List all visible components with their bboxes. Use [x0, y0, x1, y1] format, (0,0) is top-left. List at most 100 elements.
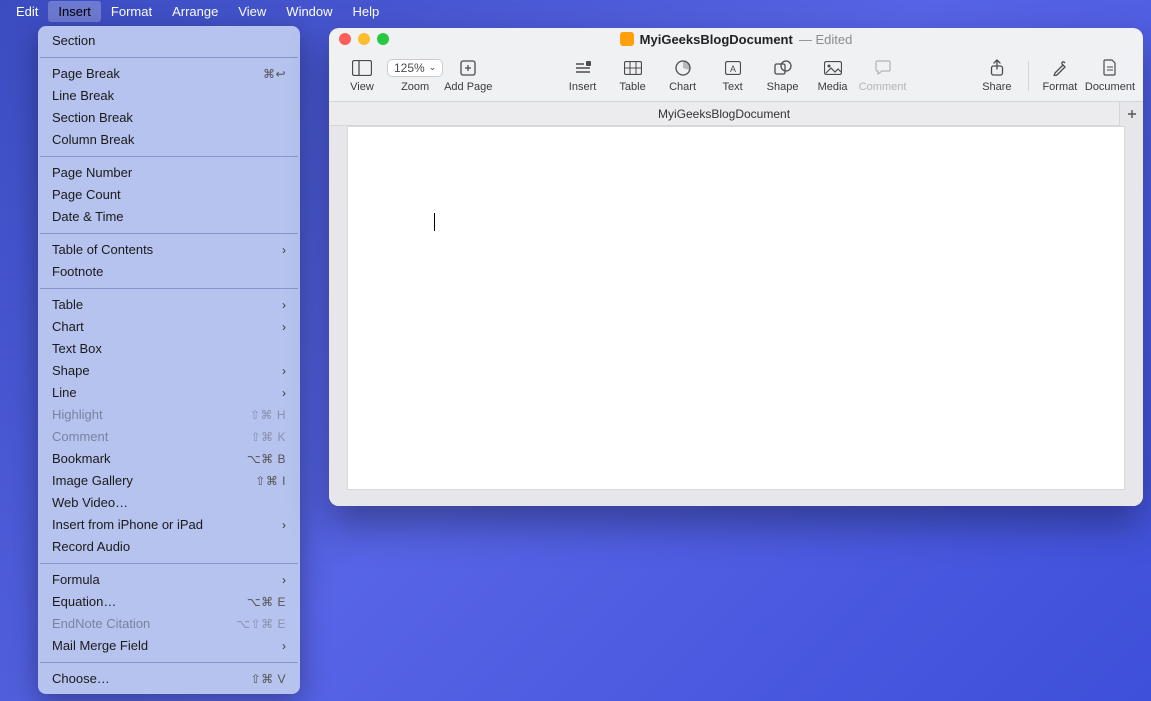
fullscreen-button[interactable] — [377, 33, 389, 45]
menu-item-footnote[interactable]: Footnote — [38, 261, 300, 283]
menu-item-mail-merge-field[interactable]: Mail Merge Field› — [38, 635, 300, 657]
menu-item-section[interactable]: Section — [38, 30, 300, 52]
menu-item-endnote-citation: EndNote Citation⌥⇧⌘ E — [38, 613, 300, 635]
menu-item-label: Equation… — [52, 594, 116, 610]
text-icon: A — [725, 59, 741, 77]
titlebar: MyiGeeksBlogDocument — Edited — [329, 28, 1143, 50]
menu-item-bookmark[interactable]: Bookmark⌥⌘ B — [38, 448, 300, 470]
chart-button[interactable]: Chart — [658, 59, 708, 93]
document-title: MyiGeeksBlogDocument — [640, 32, 793, 47]
share-label: Share — [982, 81, 1011, 93]
menu-item-section-break[interactable]: Section Break — [38, 107, 300, 129]
menu-edit[interactable]: Edit — [6, 1, 48, 22]
insert-label: Insert — [569, 81, 597, 93]
comment-button[interactable]: Comment — [858, 59, 908, 93]
document-button[interactable]: Document — [1085, 59, 1135, 93]
menu-item-label: Column Break — [52, 132, 134, 148]
window-controls — [339, 33, 389, 45]
text-cursor — [434, 213, 435, 231]
menu-item-table-of-contents[interactable]: Table of Contents› — [38, 239, 300, 261]
menu-separator — [40, 662, 298, 663]
menu-view[interactable]: View — [228, 1, 276, 22]
menu-item-shortcut: ⌥⇧⌘ E — [236, 616, 286, 632]
page[interactable] — [347, 126, 1125, 490]
chevron-right-icon: › — [282, 297, 286, 313]
text-button[interactable]: A Text — [708, 59, 758, 93]
toolbar-separator — [1028, 61, 1029, 91]
format-button[interactable]: Format — [1035, 59, 1085, 93]
zoom-button[interactable]: 125%⌄ Zoom — [387, 59, 443, 93]
document-label: Document — [1085, 81, 1135, 93]
menu-item-highlight: Highlight ⇧⌘ H — [38, 404, 300, 426]
view-label: View — [350, 81, 374, 93]
menu-item-label: Line — [52, 385, 77, 401]
menu-item-line[interactable]: Line› — [38, 382, 300, 404]
chart-label: Chart — [669, 81, 696, 93]
menu-item-shortcut: ⇧⌘ V — [251, 671, 286, 687]
menu-insert[interactable]: Insert — [48, 1, 101, 22]
menu-item-label: Text Box — [52, 341, 102, 357]
menu-item-table[interactable]: Table › — [38, 294, 300, 316]
insert-button[interactable]: Insert — [558, 59, 608, 93]
share-button[interactable]: Share — [972, 59, 1022, 93]
menu-item-equation[interactable]: Equation… ⌥⌘ E — [38, 591, 300, 613]
view-button[interactable]: View — [337, 59, 387, 93]
minimize-button[interactable] — [358, 33, 370, 45]
media-icon — [824, 59, 842, 77]
menu-item-shape[interactable]: Shape › — [38, 360, 300, 382]
document-page-icon — [1103, 59, 1117, 77]
share-icon — [990, 59, 1004, 77]
shape-label: Shape — [767, 81, 799, 93]
menu-window[interactable]: Window — [276, 1, 342, 22]
menu-item-label: Highlight — [52, 407, 103, 423]
menu-item-insert-from-iphone-or-ipad[interactable]: Insert from iPhone or iPad› — [38, 514, 300, 536]
menu-item-page-break[interactable]: Page Break⌘↩ — [38, 63, 300, 85]
add-tab-button[interactable] — [1119, 102, 1143, 126]
menu-item-formula[interactable]: Formula› — [38, 569, 300, 591]
menu-item-label: Comment — [52, 429, 108, 445]
menu-arrange[interactable]: Arrange — [162, 1, 228, 22]
menu-item-date-time[interactable]: Date & Time — [38, 206, 300, 228]
menu-item-label: Bookmark — [52, 451, 111, 467]
menu-separator — [40, 57, 298, 58]
menu-item-label: Shape — [52, 363, 90, 379]
table-button[interactable]: Table — [608, 59, 658, 93]
sidebar-icon — [352, 59, 372, 77]
menu-item-text-box[interactable]: Text Box — [38, 338, 300, 360]
close-button[interactable] — [339, 33, 351, 45]
menu-item-label: Page Count — [52, 187, 121, 203]
menu-item-choose[interactable]: Choose… ⇧⌘ V — [38, 668, 300, 690]
menu-format[interactable]: Format — [101, 1, 162, 22]
menu-item-label: Footnote — [52, 264, 103, 280]
menu-item-label: Image Gallery — [52, 473, 133, 489]
menu-separator — [40, 233, 298, 234]
menu-item-shortcut: ⇧⌘ H — [250, 407, 286, 423]
menu-item-record-audio[interactable]: Record Audio — [38, 536, 300, 558]
media-label: Media — [818, 81, 848, 93]
chart-icon — [675, 59, 691, 77]
add-page-label: Add Page — [444, 81, 492, 93]
chevron-right-icon: › — [282, 363, 286, 379]
chevron-right-icon: › — [282, 319, 286, 335]
menu-item-web-video[interactable]: Web Video… — [38, 492, 300, 514]
document-tab[interactable]: MyiGeeksBlogDocument — [329, 102, 1119, 126]
menu-separator — [40, 288, 298, 289]
menu-item-label: Page Break — [52, 66, 120, 82]
menu-item-shortcut: ⌥⌘ E — [247, 594, 286, 610]
document-tab-bar: MyiGeeksBlogDocument — [329, 102, 1143, 126]
menu-item-line-break[interactable]: Line Break — [38, 85, 300, 107]
menu-item-label: Table — [52, 297, 83, 313]
menu-item-label: Choose… — [52, 671, 110, 687]
menu-item-page-count[interactable]: Page Count — [38, 184, 300, 206]
menu-item-chart[interactable]: Chart› — [38, 316, 300, 338]
shape-button[interactable]: Shape — [758, 59, 808, 93]
menu-item-label: Insert from iPhone or iPad — [52, 517, 203, 533]
menu-item-column-break[interactable]: Column Break — [38, 129, 300, 151]
document-area — [329, 126, 1143, 506]
menu-item-page-number[interactable]: Page Number — [38, 162, 300, 184]
add-page-button[interactable]: Add Page — [443, 59, 493, 93]
media-button[interactable]: Media — [808, 59, 858, 93]
menu-item-label: Section Break — [52, 110, 133, 126]
menu-item-image-gallery[interactable]: Image Gallery⇧⌘ I — [38, 470, 300, 492]
menu-help[interactable]: Help — [343, 1, 390, 22]
